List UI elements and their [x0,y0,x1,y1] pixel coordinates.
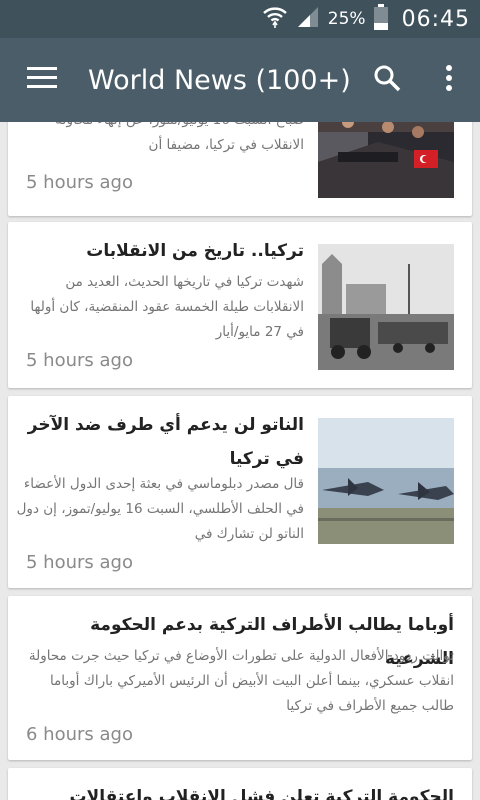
status-bar: 25% 06:45 [0,0,480,38]
battery-icon [373,4,388,34]
article-time: 5 hours ago [26,552,133,573]
article-time: 6 hours ago [26,724,133,745]
app-title: World News (100+) [88,64,351,96]
article-title: الحكومة التركية تعلن فشل الانقلاب واعتقا… [69,787,454,800]
battery-percent: 25% [327,9,366,29]
article-excerpt: قال مصدر دبلوماسي في بعثة إحدى الدول الأ… [16,476,304,542]
clock: 06:45 [401,6,470,32]
article-thumbnail [318,122,454,198]
article-title: الناتو لن يدعم أي طرف ضد الآخر في تركيا [27,415,304,469]
news-card[interactable]: الحكومة التركية تعلن فشل الانقلاب واعتقا… [8,768,472,800]
wifi-icon [262,5,288,33]
app-bar: World News (100+) [0,38,480,122]
news-card[interactable]: الناتو لن يدعم أي طرف ضد الآخر في تركيا … [8,396,472,588]
article-title: تركيا.. تاريخ من الانقلابات [86,241,304,261]
article-excerpt: توالت ردود الأفعال الدولية على تطورات ال… [28,648,454,714]
signal-icon [296,5,320,33]
news-card[interactable]: أوباما يطالب الأطراف التركية بدعم الحكوم… [8,596,472,760]
more-vert-icon [445,65,453,95]
news-card[interactable]: صباح السبت 16 يوليو/تموز، عن إنهاء محاول… [8,122,472,216]
more-options-button[interactable] [418,38,480,122]
search-icon [373,64,401,96]
article-thumbnail [318,244,454,370]
article-time: 5 hours ago [26,172,133,193]
news-feed[interactable]: صباح السبت 16 يوليو/تموز، عن إنهاء محاول… [0,122,480,800]
article-excerpt: صباح السبت 16 يوليو/تموز، عن إنهاء محاول… [55,122,304,153]
menu-icon [27,67,57,93]
article-excerpt: شهدت تركيا في تاريخها الحديث، العديد من … [30,274,304,340]
search-button[interactable] [356,38,418,122]
news-card[interactable]: تركيا.. تاريخ من الانقلابات شهدت تركيا ف… [8,222,472,388]
article-time: 5 hours ago [26,350,133,371]
menu-button[interactable] [12,38,72,122]
article-thumbnail [318,418,454,544]
